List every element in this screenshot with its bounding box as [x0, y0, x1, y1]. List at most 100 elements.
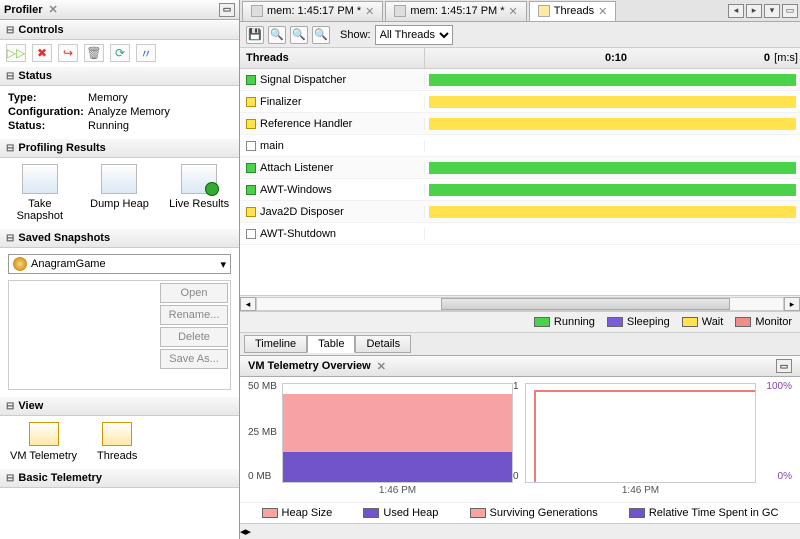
- thread-row[interactable]: Reference Handler: [240, 113, 800, 135]
- thread-row[interactable]: Signal Dispatcher: [240, 69, 800, 91]
- scroll-right-icon[interactable]: ▸: [246, 525, 252, 538]
- telemetry-hscroll[interactable]: ◂ ▸: [240, 523, 800, 539]
- scroll-right-icon[interactable]: ▸: [784, 297, 800, 311]
- threads-hscroll[interactable]: ◂ ▸: [240, 295, 800, 311]
- minimize-button[interactable]: ▭: [219, 3, 235, 17]
- profiler-sidebar: Profiler ✕ ▭ Controls ▷▷ ✖ ↪ 🗑 ⟳ 〃 Statu…: [0, 0, 240, 539]
- maximize-button[interactable]: ▭: [782, 4, 798, 18]
- thread-state-icon: [246, 163, 256, 173]
- zoom-reset-icon[interactable]: 🔍: [290, 26, 308, 44]
- telemetry-panel: VM Telemetry Overview ✕ ▭ 50 MB 25 MB 0 …: [240, 355, 800, 539]
- show-label: Show:: [340, 29, 371, 41]
- threads-legend: Running Sleeping Wait Monitor: [240, 311, 800, 332]
- take-snapshot-button[interactable]: Take Snapshot: [5, 164, 75, 222]
- thread-state-icon: [246, 229, 256, 239]
- save-icon[interactable]: 💾: [246, 26, 264, 44]
- zoom-in-icon[interactable]: 🔍: [312, 26, 330, 44]
- snapshot-icon: [22, 164, 58, 194]
- view-header[interactable]: View: [0, 396, 239, 416]
- thread-name: Attach Listener: [260, 162, 333, 174]
- telemetry-title: VM Telemetry Overview: [248, 360, 371, 372]
- threads-subtabs: Timeline Table Details: [240, 332, 800, 355]
- rerun-icon[interactable]: ▷▷: [6, 44, 26, 62]
- project-icon: [13, 257, 27, 271]
- thread-timeline-bar: [429, 140, 796, 152]
- snapshot-project-combo[interactable]: AnagramGame ▾: [8, 254, 231, 274]
- snapshot-list[interactable]: [9, 281, 158, 389]
- close-icon[interactable]: ✕: [598, 5, 607, 18]
- close-icon[interactable]: ✕: [49, 3, 58, 16]
- thread-timeline-bar: [429, 206, 796, 218]
- mem-icon: [251, 5, 263, 17]
- config-value: Analyze Memory: [88, 106, 231, 118]
- basic-telemetry-header[interactable]: Basic Telemetry: [0, 468, 239, 488]
- thread-row[interactable]: AWT-Windows: [240, 179, 800, 201]
- wait-swatch: [682, 317, 698, 327]
- chart-icon[interactable]: 〃: [136, 44, 156, 62]
- saveas-button[interactable]: Save As...: [160, 349, 228, 369]
- controls-header[interactable]: Controls: [0, 20, 239, 40]
- dropdown-tabs-button[interactable]: ▾: [764, 4, 780, 18]
- dump-heap-button[interactable]: Dump Heap: [84, 164, 154, 222]
- tab-threads[interactable]: Threads✕: [529, 1, 617, 21]
- thread-row[interactable]: Java2D Disposer: [240, 201, 800, 223]
- saved-snapshots-header[interactable]: Saved Snapshots: [0, 228, 239, 248]
- table-tab[interactable]: Table: [307, 335, 355, 353]
- stop-icon[interactable]: ✖: [32, 44, 52, 62]
- threads-icon: [102, 422, 132, 446]
- minimize-telemetry-button[interactable]: ▭: [776, 359, 792, 373]
- heap-icon: [101, 164, 137, 194]
- threads-col-title: Threads: [240, 48, 425, 68]
- controls-toolbar: ▷▷ ✖ ↪ 🗑 ⟳ 〃: [0, 40, 239, 66]
- close-icon[interactable]: ✕: [365, 5, 374, 18]
- config-label: Configuration:: [8, 106, 88, 118]
- thread-timeline-bar: [429, 184, 796, 196]
- thread-filter-select[interactable]: All Threads: [375, 25, 453, 45]
- threads-view-button[interactable]: Threads: [97, 422, 137, 462]
- thread-state-icon: [246, 97, 256, 107]
- thread-row[interactable]: Finalizer: [240, 91, 800, 113]
- rename-button[interactable]: Rename...: [160, 305, 228, 325]
- threads-tab-icon: [538, 5, 550, 17]
- thread-name: Java2D Disposer: [260, 206, 344, 218]
- status-header[interactable]: Status: [0, 66, 239, 86]
- timeline-tab[interactable]: Timeline: [244, 335, 307, 353]
- vm-telemetry-button[interactable]: VM Telemetry: [10, 422, 77, 462]
- delete-button[interactable]: Delete: [160, 327, 228, 347]
- heap-size-swatch: [262, 508, 278, 518]
- tab-mem-1[interactable]: mem: 1:45:17 PM *✕: [242, 1, 383, 21]
- main-area: mem: 1:45:17 PM *✕ mem: 1:45:17 PM *✕ Th…: [240, 0, 800, 539]
- live-results-button[interactable]: Live Results: [164, 164, 234, 222]
- snapshot-project-label: AnagramGame: [31, 258, 106, 270]
- profiling-results-header[interactable]: Profiling Results: [0, 138, 239, 158]
- thread-name: Signal Dispatcher: [260, 74, 346, 86]
- thread-state-icon: [246, 207, 256, 217]
- profiler-title: Profiler: [4, 4, 43, 16]
- close-icon[interactable]: ✕: [377, 360, 386, 373]
- thread-row[interactable]: main: [240, 135, 800, 157]
- thread-timeline-bar: [429, 96, 796, 108]
- next-tab-button[interactable]: ▸: [746, 4, 762, 18]
- refresh-icon[interactable]: ⟳: [110, 44, 130, 62]
- open-button[interactable]: Open: [160, 283, 228, 303]
- tab-mem-2[interactable]: mem: 1:45:17 PM *✕: [385, 1, 526, 21]
- details-tab[interactable]: Details: [355, 335, 411, 353]
- sleeping-swatch: [607, 317, 623, 327]
- reset-icon[interactable]: ↪: [58, 44, 78, 62]
- thread-timeline-bar: [429, 74, 796, 86]
- close-icon[interactable]: ✕: [509, 5, 518, 18]
- thread-row[interactable]: AWT-Shutdown: [240, 223, 800, 245]
- telemetry-legend: Heap Size Used Heap Surviving Generation…: [240, 502, 800, 523]
- live-icon: [181, 164, 217, 194]
- type-value: Memory: [88, 92, 231, 104]
- threads-table-header: Threads 0:10 0 [m:s]: [240, 48, 800, 69]
- prev-tab-button[interactable]: ◂: [728, 4, 744, 18]
- used-heap-swatch: [363, 508, 379, 518]
- zoom-out-icon[interactable]: 🔍: [268, 26, 286, 44]
- thread-row[interactable]: Attach Listener: [240, 157, 800, 179]
- time-axis: 0:10 0 [m:s]: [425, 48, 800, 68]
- gc-icon[interactable]: 🗑: [84, 44, 104, 62]
- scroll-left-icon[interactable]: ◂: [240, 297, 256, 311]
- surv-gen-line: [534, 390, 536, 482]
- thread-name: AWT-Windows: [260, 184, 332, 196]
